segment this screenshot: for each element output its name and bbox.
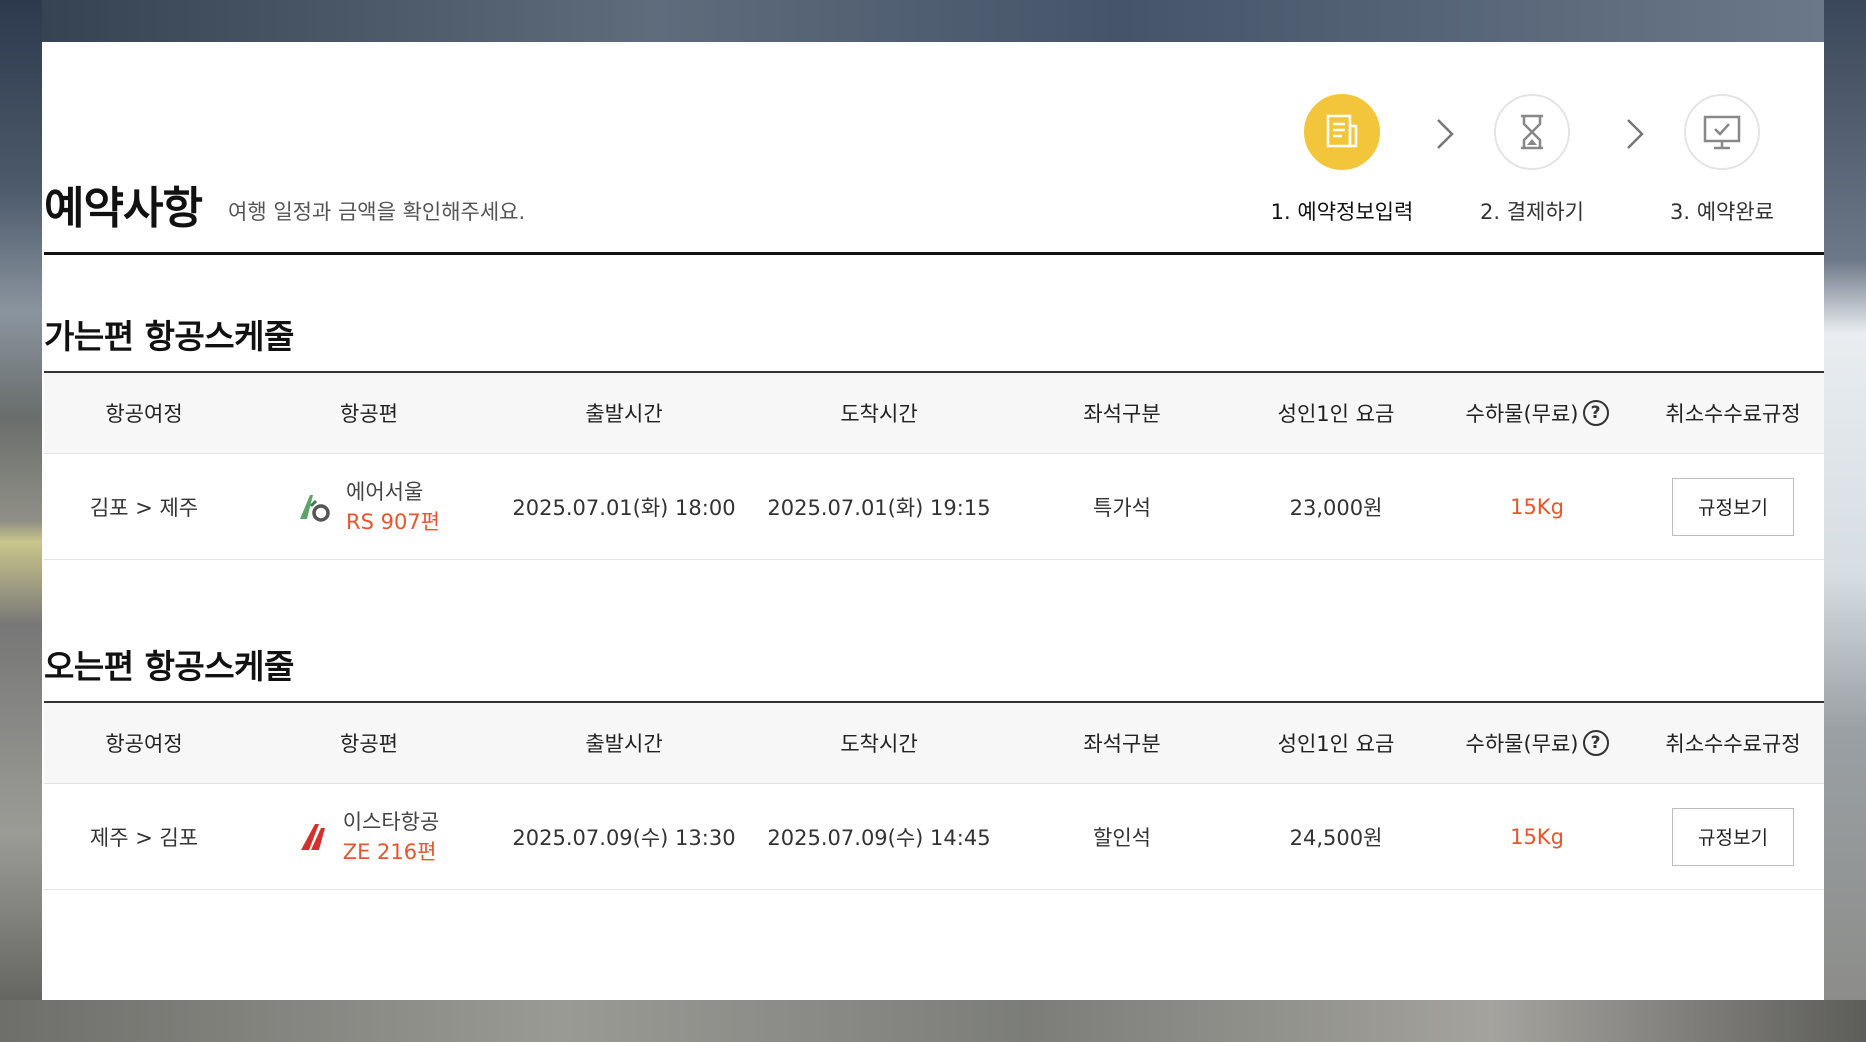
flight-cell: 에어서울 RS 907편 xyxy=(244,477,494,537)
column-header-flight: 항공편 xyxy=(340,732,398,756)
column-header-cancel-rule: 취소수수료규정 xyxy=(1665,732,1801,756)
arrival-time: 2025.07.09(수) 14:45 xyxy=(767,825,991,850)
column-header-departure: 출발시간 xyxy=(585,402,663,426)
cancel-rule-cell: 규정보기 xyxy=(1642,807,1824,866)
flight-number: ZE 216편 xyxy=(342,839,437,864)
page-subtitle: 여행 일정과 금액을 확인해주세요. xyxy=(228,200,526,224)
baggage-header-label: 수하물(무료) xyxy=(1465,732,1579,756)
view-rules-button[interactable]: 규정보기 xyxy=(1672,477,1794,536)
departure-time: 2025.07.01(화) 18:00 xyxy=(512,495,736,520)
view-rules-button[interactable]: 규정보기 xyxy=(1672,807,1794,866)
eastar-logo-icon xyxy=(300,823,325,850)
departure-time: 2025.07.09(수) 13:30 xyxy=(512,825,736,850)
background-bottom xyxy=(0,1000,1866,1042)
column-header-seat-class: 좌석구분 xyxy=(1083,732,1161,756)
outbound-schedule-table: 항공여정 항공편 출발시간 도착시간 좌석구분 성인1인 요금 수하물(무료) … xyxy=(44,371,1824,560)
step-reservation-info: 1. 예약정보입력 xyxy=(1262,94,1422,226)
column-header-flight: 항공편 xyxy=(340,402,398,426)
column-header-route: 항공여정 xyxy=(105,402,183,426)
column-header-seat-class: 좌석구분 xyxy=(1083,402,1161,426)
seat-class: 할인석 xyxy=(1093,825,1151,850)
column-header-route: 항공여정 xyxy=(105,732,183,756)
help-icon[interactable]: ? xyxy=(1582,400,1609,426)
flight-cell: 이스타항공 ZE 216편 xyxy=(244,807,494,867)
airseoul-logo-icon xyxy=(300,494,330,522)
column-header-baggage: 수하물(무료) ? xyxy=(1432,728,1642,758)
step-label: 2. 결제하기 xyxy=(1480,200,1584,224)
reservation-panel: 예약사항 여행 일정과 금액을 확인해주세요. 1. 예약정보입력 2. 결제하… xyxy=(42,42,1824,1000)
seat-class: 특가석 xyxy=(1093,495,1151,520)
arrival-time: 2025.07.01(화) 19:15 xyxy=(767,495,991,520)
header-divider xyxy=(44,252,1824,255)
step-label: 3. 예약완료 xyxy=(1670,200,1774,224)
route-cell: 김포 > 제주 xyxy=(89,495,199,520)
table-row: 제주 > 김포 이스타항공 ZE 216편 2025.07.09(수) 13:3… xyxy=(44,784,1824,890)
hourglass-icon xyxy=(1494,94,1570,170)
adult-fare: 24,500원 xyxy=(1289,825,1383,850)
table-row: 김포 > 제주 에어서울 RS 907편 2025.07.01(화) 18:00… xyxy=(44,454,1824,560)
column-header-arrival: 도착시간 xyxy=(840,402,918,426)
baggage-allowance: 15Kg xyxy=(1510,494,1564,519)
background-right xyxy=(1824,0,1866,1042)
monitor-check-icon xyxy=(1684,94,1760,170)
column-header-adult-fare: 성인1인 요금 xyxy=(1277,732,1395,756)
airline-name: 에어서울 xyxy=(346,479,424,504)
background-left xyxy=(0,0,42,1042)
step-label: 1. 예약정보입력 xyxy=(1270,200,1414,224)
airline-name: 이스타항공 xyxy=(342,809,440,834)
inbound-schedule-table: 항공여정 항공편 출발시간 도착시간 좌석구분 성인1인 요금 수하물(무료) … xyxy=(44,701,1824,890)
table-header-row: 항공여정 항공편 출발시간 도착시간 좌석구분 성인1인 요금 수하물(무료) … xyxy=(44,373,1824,454)
background-top xyxy=(0,0,1866,42)
column-header-baggage: 수하물(무료) ? xyxy=(1432,398,1642,428)
step-complete: 3. 예약완료 xyxy=(1642,94,1802,226)
page-title: 예약사항 xyxy=(44,183,203,234)
baggage-allowance: 15Kg xyxy=(1510,824,1564,849)
column-header-arrival: 도착시간 xyxy=(840,732,918,756)
baggage-header-label: 수하물(무료) xyxy=(1465,402,1579,426)
column-header-adult-fare: 성인1인 요금 xyxy=(1277,402,1395,426)
inbound-section-title: 오는편 항공스케줄 xyxy=(44,647,294,686)
route-cell: 제주 > 김포 xyxy=(89,825,199,850)
progress-steps: 1. 예약정보입력 2. 결제하기 3. 예약완료 xyxy=(1262,94,1802,224)
table-header-row: 항공여정 항공편 출발시간 도착시간 좌석구분 성인1인 요금 수하물(무료) … xyxy=(44,703,1824,784)
column-header-cancel-rule: 취소수수료규정 xyxy=(1665,402,1801,426)
column-header-departure: 출발시간 xyxy=(585,732,663,756)
help-icon[interactable]: ? xyxy=(1582,730,1609,756)
outbound-section-title: 가는편 항공스케줄 xyxy=(44,317,294,356)
cancel-rule-cell: 규정보기 xyxy=(1642,477,1824,536)
step-payment: 2. 결제하기 xyxy=(1452,94,1612,226)
adult-fare: 23,000원 xyxy=(1289,495,1383,520)
flight-number: RS 907편 xyxy=(346,509,440,534)
document-icon xyxy=(1304,94,1380,170)
